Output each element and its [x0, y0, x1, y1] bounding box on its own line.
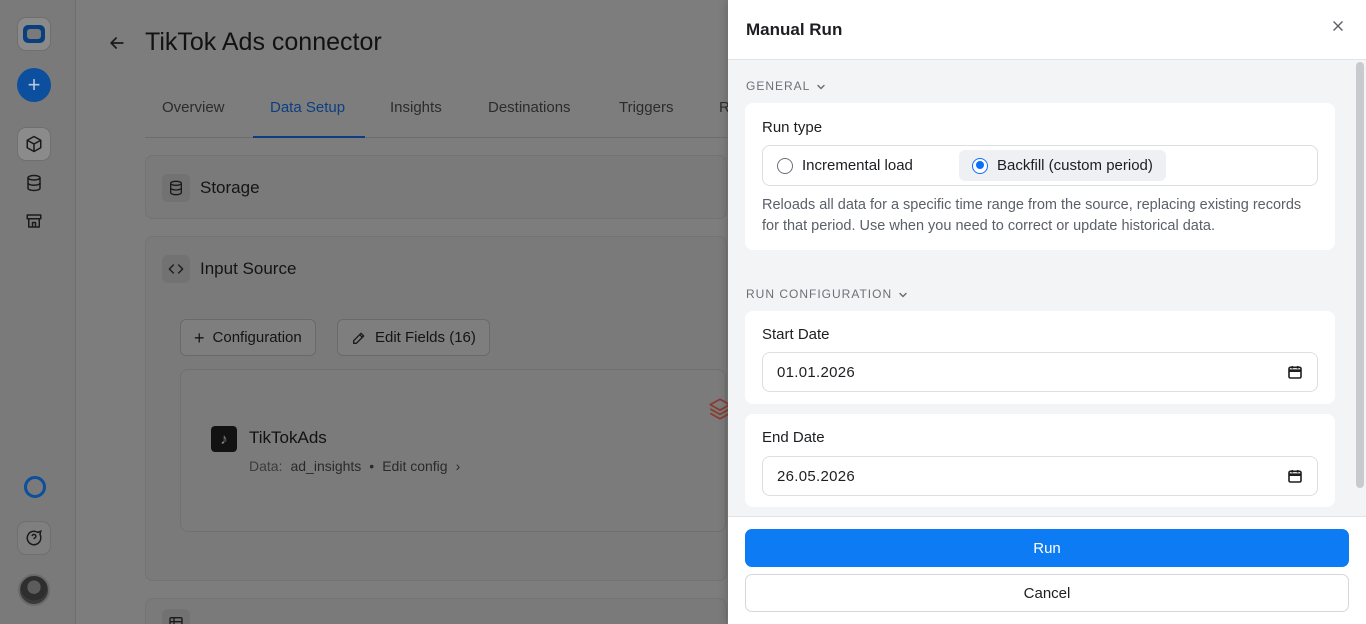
user-avatar[interactable]	[18, 574, 50, 606]
general-section-toggle[interactable]: GENERAL	[746, 79, 827, 93]
cube-icon[interactable]	[17, 127, 51, 161]
chevron-right-icon: ›	[455, 458, 461, 474]
tab-triggers[interactable]: Triggers	[619, 99, 673, 116]
circle-icon	[24, 476, 46, 498]
configuration-button[interactable]: + Configuration	[180, 319, 316, 356]
database-icon	[162, 174, 190, 202]
end-date-label: End Date	[762, 429, 825, 446]
source-card: ♪ TikTokAds Data: ad_insights • Edit con…	[180, 369, 731, 532]
cancel-button[interactable]: Cancel	[745, 574, 1349, 612]
drawer-footer: Run Cancel	[728, 516, 1366, 624]
plus-icon: +	[194, 327, 205, 348]
run-type-label: Run type	[762, 119, 823, 136]
chevron-down-icon	[817, 84, 826, 89]
start-date-value: 01.01.2026	[777, 363, 856, 381]
tab-insights[interactable]: Insights	[390, 99, 442, 116]
source-name: TikTokAds	[249, 428, 327, 447]
general-panel: Run type Incremental load Backfill (cust…	[745, 103, 1335, 250]
backfill-option[interactable]: Backfill (custom period)	[959, 150, 1166, 181]
chat-help-icon[interactable]	[17, 521, 51, 555]
drawer-scrollbar[interactable]	[1356, 62, 1364, 488]
code-icon	[162, 255, 190, 283]
run-type-help: Reloads all data for a specific time ran…	[762, 197, 1302, 234]
configuration-label: Configuration	[212, 329, 302, 346]
chevron-down-icon	[899, 292, 907, 297]
next-section-card	[145, 598, 727, 624]
separator: •	[369, 458, 375, 474]
tab-destinations[interactable]: Destinations	[488, 99, 571, 116]
run-type-selector: Incremental load Backfill (custom period…	[762, 145, 1318, 186]
storage-card[interactable]: Storage	[145, 155, 727, 219]
backfill-label: Backfill (custom period)	[997, 157, 1153, 174]
tab-bar: Overview Data Setup Insights Destination…	[145, 88, 730, 138]
drawer-header: Manual Run	[728, 0, 1366, 60]
source-meta: Data: ad_insights • Edit config ›	[249, 458, 460, 474]
edit-fields-button[interactable]: Edit Fields (16)	[337, 319, 490, 356]
run-button[interactable]: Run	[745, 529, 1349, 567]
connector-page: TikTok Ads connector Overview Data Setup…	[77, 0, 731, 624]
tab-data-setup[interactable]: Data Setup	[270, 99, 345, 116]
start-date-panel: Start Date 01.01.2026	[745, 311, 1335, 404]
drawer-title: Manual Run	[746, 20, 843, 39]
end-date-value: 26.05.2026	[777, 467, 856, 485]
pencil-icon	[353, 332, 365, 344]
incremental-load-label: Incremental load	[802, 157, 913, 174]
table-icon	[162, 609, 190, 624]
page-title: TikTok Ads connector	[145, 28, 382, 56]
input-source-card: Input Source + Configuration Edit Fields…	[145, 236, 731, 581]
tab-overview[interactable]: Overview	[162, 99, 225, 116]
tiktok-icon: ♪	[211, 426, 237, 452]
edit-fields-label: Edit Fields (16)	[375, 329, 476, 346]
general-label: GENERAL	[746, 79, 811, 93]
radio-checked-icon	[972, 157, 988, 174]
left-rail: +	[0, 0, 76, 624]
manual-run-drawer: Manual Run GENERAL Run type Incremental …	[728, 0, 1366, 624]
storage-title: Storage	[200, 178, 260, 197]
end-date-panel: End Date 26.05.2026	[745, 414, 1335, 507]
arrow-left-icon[interactable]	[107, 33, 127, 53]
edit-config-link[interactable]: Edit config	[382, 458, 447, 474]
store-icon[interactable]	[17, 204, 51, 238]
start-date-input[interactable]: 01.01.2026	[762, 352, 1318, 392]
calendar-icon[interactable]	[1287, 468, 1303, 484]
radio-icon	[777, 157, 793, 174]
run-configuration-toggle[interactable]: RUN CONFIGURATION	[746, 287, 909, 301]
app-logo-icon[interactable]	[17, 17, 51, 51]
active-tab-indicator	[253, 136, 365, 138]
input-source-title: Input Source	[200, 259, 297, 278]
end-date-input[interactable]: 26.05.2026	[762, 456, 1318, 496]
close-icon[interactable]	[1326, 14, 1350, 38]
data-value: ad_insights	[290, 458, 362, 474]
plus-icon[interactable]: +	[17, 68, 51, 102]
run-configuration-label: RUN CONFIGURATION	[746, 287, 893, 301]
start-date-label: Start Date	[762, 326, 830, 343]
incremental-load-option[interactable]: Incremental load	[764, 150, 926, 181]
database-icon[interactable]	[17, 166, 51, 200]
data-label: Data:	[249, 458, 283, 474]
calendar-icon[interactable]	[1287, 364, 1303, 380]
